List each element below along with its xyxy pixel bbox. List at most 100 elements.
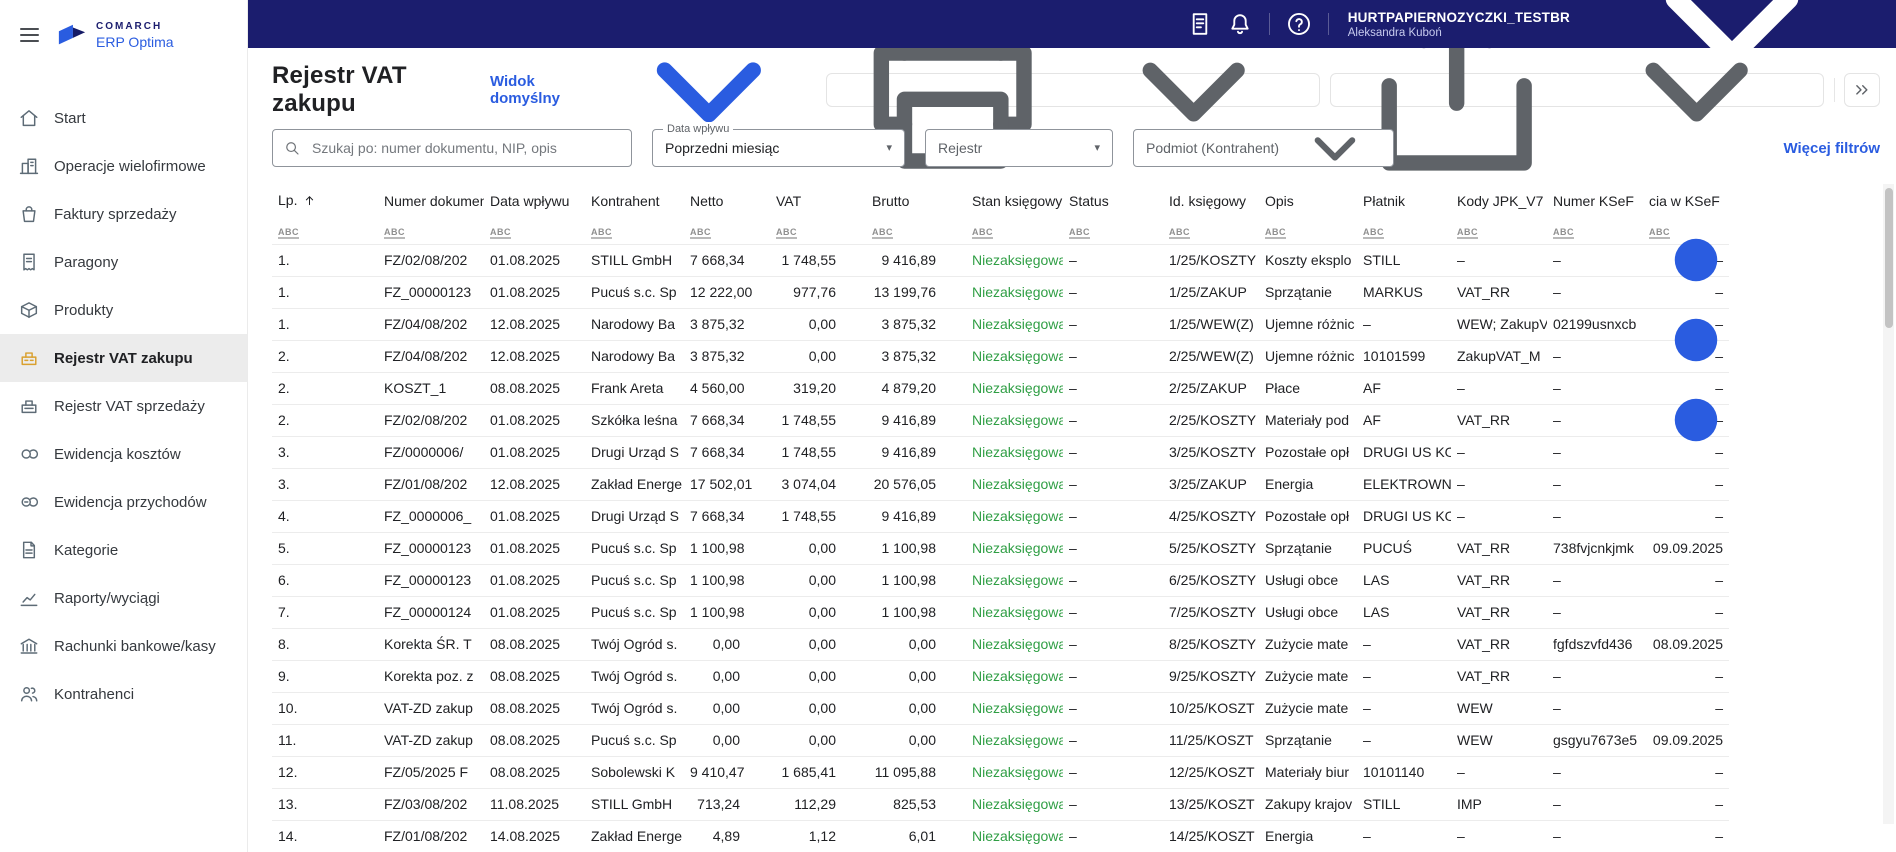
table-cell: 1 748,55 <box>770 244 866 277</box>
table-row[interactable]: 4. FZ_0000006_ 01.08.2025 Drugi Urząd S7 66… <box>272 500 1729 533</box>
table-cell: 12 222,00 <box>684 276 770 309</box>
table-row[interactable]: 3. FZ/01/08/202 12.08.2025 Zakład Energe 17 … <box>272 468 1729 501</box>
column-filter-cell: ABC <box>866 218 966 245</box>
column-label: Status <box>1069 193 1109 209</box>
column-header-stan-ksi-gowy[interactable]: Stan księgowy <box>966 184 1063 218</box>
column-header-lp[interactable]: Lp. <box>272 184 378 218</box>
table-cell: Niezaksięgowany <box>966 660 1063 693</box>
sidebar-item-ewidencja-koszt-w[interactable]: Ewidencja kosztów <box>0 430 247 478</box>
sidebar-item-start[interactable]: Start <box>0 94 247 142</box>
table-row[interactable]: 2. FZ/02/08/202 01.08.2025 Szkółka leśna 7 6… <box>272 404 1729 437</box>
ksef-documents-button[interactable] <box>1180 4 1220 44</box>
text-filter-icon[interactable]: ABC <box>1069 227 1090 240</box>
table-cell: – <box>1547 756 1643 789</box>
sidebar-item-operacje-wielofirmowe[interactable]: Operacje wielofirmowe <box>0 142 247 190</box>
table-row[interactable]: 1. FZ/04/08/202 12.08.2025 Narodowy Ba 3 875… <box>272 308 1729 341</box>
text-filter-icon[interactable]: ABC <box>490 227 511 240</box>
table-row[interactable]: 2. FZ/04/08/202 12.08.2025 Narodowy Ba 3 875… <box>272 340 1729 373</box>
sidebar-item-faktury-sprzeda-y[interactable]: Faktury sprzedaży <box>0 190 247 238</box>
column-header-opis[interactable]: Opis <box>1259 184 1357 218</box>
text-filter-icon[interactable]: ABC <box>972 227 993 240</box>
notifications-button[interactable] <box>1220 4 1260 44</box>
table-row[interactable]: 13. FZ/03/08/202 11.08.2025 STILL GmbH 713,2… <box>272 788 1729 821</box>
table-row[interactable]: 9. Korekta poz. z 08.08.2025 Twój Ogród s. 0… <box>272 660 1729 693</box>
date-filter-select[interactable]: Data wpływu Poprzedni miesiąc ▾ <box>652 122 905 167</box>
table-cell: – <box>1547 564 1643 597</box>
register-filter-select[interactable]: Rejestr ▾ <box>925 129 1113 167</box>
sidebar-item-rejestr-vat-zakupu[interactable]: Rejestr VAT zakupu <box>0 334 247 382</box>
register-filter-label: Rejestr <box>938 140 983 156</box>
search-icon <box>283 139 301 157</box>
sidebar: COMARCH ERP Optima Start Operacje wielofi… <box>0 0 248 852</box>
column-header-brutto[interactable]: Brutto <box>866 184 966 218</box>
sidebar-item-rachunki-bankowe-kasy[interactable]: Rachunki bankowe/kasy <box>0 622 247 670</box>
table-cell: 10101140 <box>1357 756 1451 789</box>
scrollbar-thumb[interactable] <box>1884 188 1893 328</box>
table-cell: FZ/03/08/202 <box>378 788 484 821</box>
table-row[interactable]: 2. KOSZT_1 08.08.2025 Frank Areta 4 560,00 31… <box>272 372 1729 405</box>
table-row[interactable]: 3. FZ/0000006/01.08.2025 Drugi Urząd S7 66… <box>272 436 1729 469</box>
sidebar-item-kategorie[interactable]: Kategorie <box>0 526 247 574</box>
subject-filter-select[interactable]: Podmiot (Kontrahent) <box>1133 129 1394 167</box>
table-row[interactable]: 6. FZ_00000123 01.08.2025 Pucuś s.c. Sp 1 10… <box>272 564 1729 597</box>
table-cell: – <box>1063 628 1163 661</box>
table-row[interactable]: 14. FZ/01/08/202 14.08.2025 Zakład Energe 4,… <box>272 820 1729 852</box>
vertical-scrollbar[interactable] <box>1883 184 1894 824</box>
text-filter-icon[interactable]: ABC <box>384 227 405 240</box>
column-header-kody-jpk-v7[interactable]: Kody JPK_V7 <box>1451 184 1547 218</box>
table-row[interactable]: 11. VAT-ZD zakup 08.08.2025 Pucuś s.c. Sp 0,… <box>272 724 1729 757</box>
table-cell: – <box>1357 628 1451 661</box>
table-row[interactable]: 8. Korekta ŚR. T 08.08.2025 Twój Ogród s. 0,… <box>272 628 1729 661</box>
column-header-status[interactable]: Status <box>1063 184 1163 218</box>
column-label: Kody JPK_V7 <box>1457 193 1544 209</box>
sidebar-item-rejestr-vat-sprzeda-y[interactable]: Rejestr VAT sprzedaży <box>0 382 247 430</box>
column-header-data-wp-ywu[interactable]: Data wpływu <box>484 184 585 218</box>
income-ledger-icon <box>18 491 40 513</box>
hamburger-menu-button[interactable] <box>14 22 45 48</box>
text-filter-icon[interactable]: ABC <box>1265 227 1286 240</box>
table-cell: Sobolewski K <box>585 756 684 789</box>
print-button[interactable] <box>826 48 1320 170</box>
text-filter-icon[interactable]: ABC <box>591 227 612 240</box>
table-cell: – <box>1643 660 1729 693</box>
table-cell: – <box>1063 404 1163 437</box>
column-header-p-atnik[interactable]: Płatnik <box>1357 184 1451 218</box>
more-actions-button[interactable] <box>1844 73 1880 107</box>
text-filter-icon[interactable]: ABC <box>1169 227 1190 240</box>
user-name: Aleksandra Kuboń <box>1347 26 1442 39</box>
table-row[interactable]: 5. FZ_00000123 01.08.2025 Pucuś s.c. Sp 1 10… <box>272 532 1729 565</box>
column-header-netto[interactable]: Netto <box>684 184 770 218</box>
search-input[interactable] <box>310 139 621 157</box>
table-row[interactable]: 10. VAT-ZD zakup 08.08.2025 Twój Ogród s. 0,… <box>272 692 1729 725</box>
export-button[interactable] <box>1329 48 1824 171</box>
more-filters-link[interactable]: Więcej filtrów <box>1783 140 1880 157</box>
column-menu-button[interactable] <box>1544 188 1848 495</box>
column-header-id-ksi-gowy[interactable]: Id. księgowy <box>1163 184 1259 218</box>
sidebar-item-produkty[interactable]: Produkty <box>0 286 247 334</box>
table-row[interactable]: 7. FZ_00000124 01.08.2025 Pucuś s.c. Sp 1 10… <box>272 596 1729 629</box>
sidebar-item-raporty-wyci-gi[interactable]: Raporty/wyciągi <box>0 574 247 622</box>
bell-icon <box>1226 10 1254 38</box>
column-header-kontrahent[interactable]: Kontrahent <box>585 184 684 218</box>
help-button[interactable] <box>1279 4 1319 44</box>
table-cell: Materiały pod <box>1259 404 1357 437</box>
text-filter-icon[interactable]: ABC <box>1363 227 1384 240</box>
text-filter-icon[interactable]: ABC <box>278 227 299 240</box>
text-filter-icon[interactable]: ABC <box>1457 227 1478 240</box>
sidebar-item-ewidencja-przychod-w[interactable]: Ewidencja przychodów <box>0 478 247 526</box>
table-row[interactable]: 12. FZ/05/2025 F 08.08.2025 Sobolewski K9 4… <box>272 756 1729 789</box>
text-filter-icon[interactable]: ABC <box>872 227 893 240</box>
table-cell: 01.08.2025 <box>484 244 585 277</box>
sidebar-item-kontrahenci[interactable]: Kontrahenci <box>0 670 247 718</box>
text-filter-icon[interactable]: ABC <box>690 227 711 240</box>
column-header-vat[interactable]: VAT <box>770 184 866 218</box>
table-row[interactable]: 1. FZ/02/08/202 01.08.2025 STILL GmbH 7 668,… <box>272 244 1729 277</box>
table-cell: 10. <box>272 692 378 725</box>
table-row[interactable]: 1. FZ_00000123 01.08.2025 Pucuś s.c. Sp 12 2… <box>272 276 1729 309</box>
column-header-numer-dokumentu[interactable]: Numer dokumentu <box>378 184 484 218</box>
table-cell: 9 416,89 <box>866 244 966 277</box>
sales-invoices-icon <box>18 203 40 225</box>
table-cell: 4,89 <box>684 820 770 852</box>
text-filter-icon[interactable]: ABC <box>776 227 797 240</box>
sidebar-item-paragony[interactable]: Paragony <box>0 238 247 286</box>
